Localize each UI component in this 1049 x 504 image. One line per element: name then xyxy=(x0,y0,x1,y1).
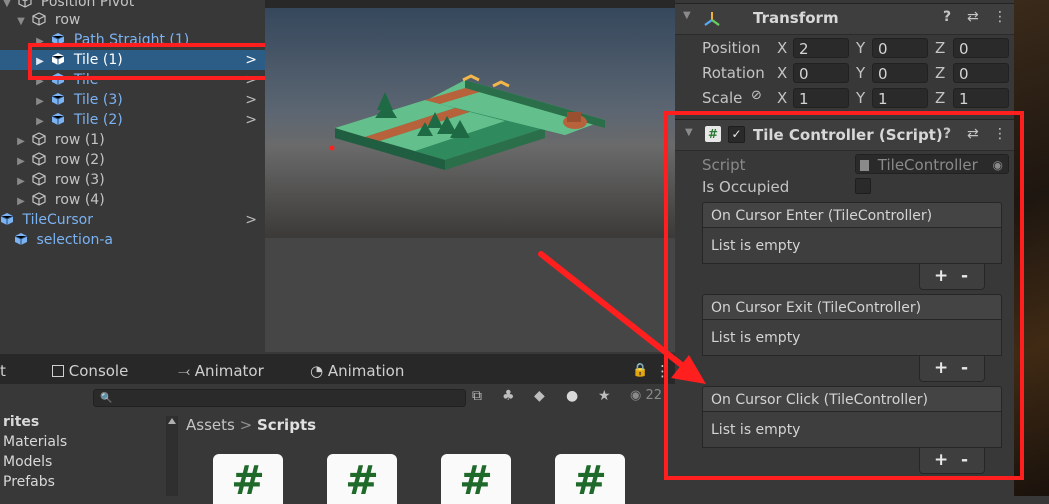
position-x-label: X xyxy=(777,39,788,57)
position-x-field[interactable]: 2 xyxy=(793,38,849,58)
lock-icon[interactable]: 🔒 xyxy=(632,354,648,384)
tab-project-fragment[interactable]: t xyxy=(0,354,6,384)
rotation-x-field[interactable]: 0 xyxy=(793,63,849,83)
position-label: Position xyxy=(702,39,761,57)
scroll-up-icon[interactable] xyxy=(168,418,176,424)
chevron-right-icon[interactable]: > xyxy=(245,110,257,130)
position-z-label: Z xyxy=(935,39,946,57)
folder-favorites[interactable]: rites xyxy=(0,412,175,432)
transform-icon xyxy=(704,12,720,26)
scale-z-label: Z xyxy=(935,89,946,107)
tile-scene-render xyxy=(329,74,605,170)
rotation-z-label: Z xyxy=(935,64,946,82)
rotation-label: Rotation xyxy=(702,64,765,82)
hierarchy-item-row[interactable]: ▼ row xyxy=(14,10,80,30)
search-icon: 🔍 xyxy=(100,393,113,404)
folder-materials[interactable]: Materials xyxy=(0,432,175,452)
transform-title: Transform xyxy=(753,9,839,27)
folder-tree-scrollbar[interactable] xyxy=(166,416,178,496)
hierarchy-item-row-2[interactable]: ▶ row (2) xyxy=(14,150,105,170)
breadcrumb: Assets > Scripts xyxy=(186,416,316,434)
animator-icon: ⤙ xyxy=(178,362,191,380)
prefab-icon xyxy=(52,113,65,125)
collapse-arrow-icon[interactable]: ▼ xyxy=(683,10,691,21)
label-tag-icon[interactable]: ◆ xyxy=(534,388,545,404)
highlight-box-component xyxy=(664,111,1024,480)
hierarchy-item-tile-2[interactable]: ▶ Tile (2) > xyxy=(33,110,265,130)
position-z-field[interactable]: 0 xyxy=(953,38,1009,58)
filter-icon[interactable]: ♣ xyxy=(502,388,515,404)
presets-icon[interactable]: ⇄ xyxy=(967,9,979,25)
hierarchy-item-selection-a[interactable]: selection-a xyxy=(14,230,113,250)
csharp-script-icon: # xyxy=(459,458,493,504)
prefab-icon xyxy=(14,233,28,245)
prefab-icon xyxy=(0,213,14,225)
constrain-proportions-icon[interactable]: ⊘ xyxy=(751,88,762,103)
rotation-y-label: Y xyxy=(856,64,866,82)
rotation-z-field[interactable]: 0 xyxy=(953,63,1009,83)
rotation-x-label: X xyxy=(777,64,788,82)
scale-x-field[interactable]: 1 xyxy=(793,88,849,108)
chevron-right-icon[interactable]: > xyxy=(245,90,257,110)
breadcrumb-separator: > xyxy=(239,416,253,434)
rotation-y-field[interactable]: 0 xyxy=(872,63,928,83)
scale-y-label: Y xyxy=(856,89,866,107)
help-icon[interactable]: ? xyxy=(943,9,951,25)
gameobject-icon xyxy=(32,132,47,146)
gameobject-icon xyxy=(32,152,47,166)
breadcrumb-scripts[interactable]: Scripts xyxy=(257,416,316,434)
bottom-tab-bar: t Console ⤙ Animator ◔ Animation 🔒 ⋮ xyxy=(0,354,675,384)
highlight-box-hierarchy xyxy=(28,43,273,80)
folder-models[interactable]: Models xyxy=(0,452,175,472)
csharp-script-icon: # xyxy=(231,458,265,504)
chevron-right-icon[interactable]: > xyxy=(245,210,257,230)
hierarchy-item-tilecursor[interactable]: TileCursor > xyxy=(0,210,265,230)
gameobject-icon xyxy=(32,12,47,26)
breadcrumb-assets[interactable]: Assets xyxy=(186,416,235,434)
hierarchy-item-row-1[interactable]: ▶ row (1) xyxy=(14,130,105,150)
scale-x-label: X xyxy=(777,89,788,107)
hidden-packages-icon[interactable]: ◉ 22 xyxy=(630,388,662,403)
folder-prefabs[interactable]: Prefabs xyxy=(0,472,175,492)
prefab-icon xyxy=(52,93,65,105)
scale-y-field[interactable]: 1 xyxy=(872,88,928,108)
favorite-star-icon[interactable]: ★ xyxy=(598,388,611,404)
transform-header[interactable]: ▼ Transform ? ⇄ ⋮ xyxy=(675,3,1014,35)
gameobject-icon xyxy=(18,0,33,8)
project-window: 🔍 ⧉ ♣ ◆ ● ★ ◉ 22 rites Materials Models … xyxy=(0,384,675,504)
csharp-script-icon: # xyxy=(573,458,607,504)
console-icon xyxy=(52,365,64,377)
tab-animator[interactable]: ⤙ Animator xyxy=(178,354,264,384)
hierarchy-item-tile-3[interactable]: ▶ Tile (3) > xyxy=(33,90,265,110)
position-y-label: Y xyxy=(856,39,866,57)
script-asset-1[interactable]: # xyxy=(213,454,283,504)
warning-icon[interactable]: ● xyxy=(566,388,578,404)
position-y-field[interactable]: 0 xyxy=(872,38,928,58)
csharp-script-icon: # xyxy=(345,458,379,504)
script-asset-3[interactable]: # xyxy=(441,454,511,504)
scale-z-field[interactable]: 1 xyxy=(953,88,1009,108)
hierarchy-item-row-3[interactable]: ▶ row (3) xyxy=(14,170,105,190)
gameobject-icon xyxy=(32,172,47,186)
animation-clock-icon: ◔ xyxy=(310,362,324,380)
scene-view[interactable] xyxy=(265,0,675,352)
hierarchy-item-row-4[interactable]: ▶ row (4) xyxy=(14,190,105,210)
script-asset-2[interactable]: # xyxy=(327,454,397,504)
tab-console[interactable]: Console xyxy=(52,354,128,384)
script-asset-4[interactable]: # xyxy=(555,454,625,504)
project-search-input[interactable]: 🔍 xyxy=(93,389,466,407)
scale-label: Scale xyxy=(702,89,743,107)
tab-animation[interactable]: ◔ Animation xyxy=(310,354,404,384)
gameobject-icon xyxy=(32,192,47,206)
more-options-icon[interactable]: ⋮ xyxy=(993,9,1007,25)
search-by-type-icon[interactable]: ⧉ xyxy=(472,388,482,404)
project-folder-tree: rites Materials Models Prefabs xyxy=(0,412,175,496)
